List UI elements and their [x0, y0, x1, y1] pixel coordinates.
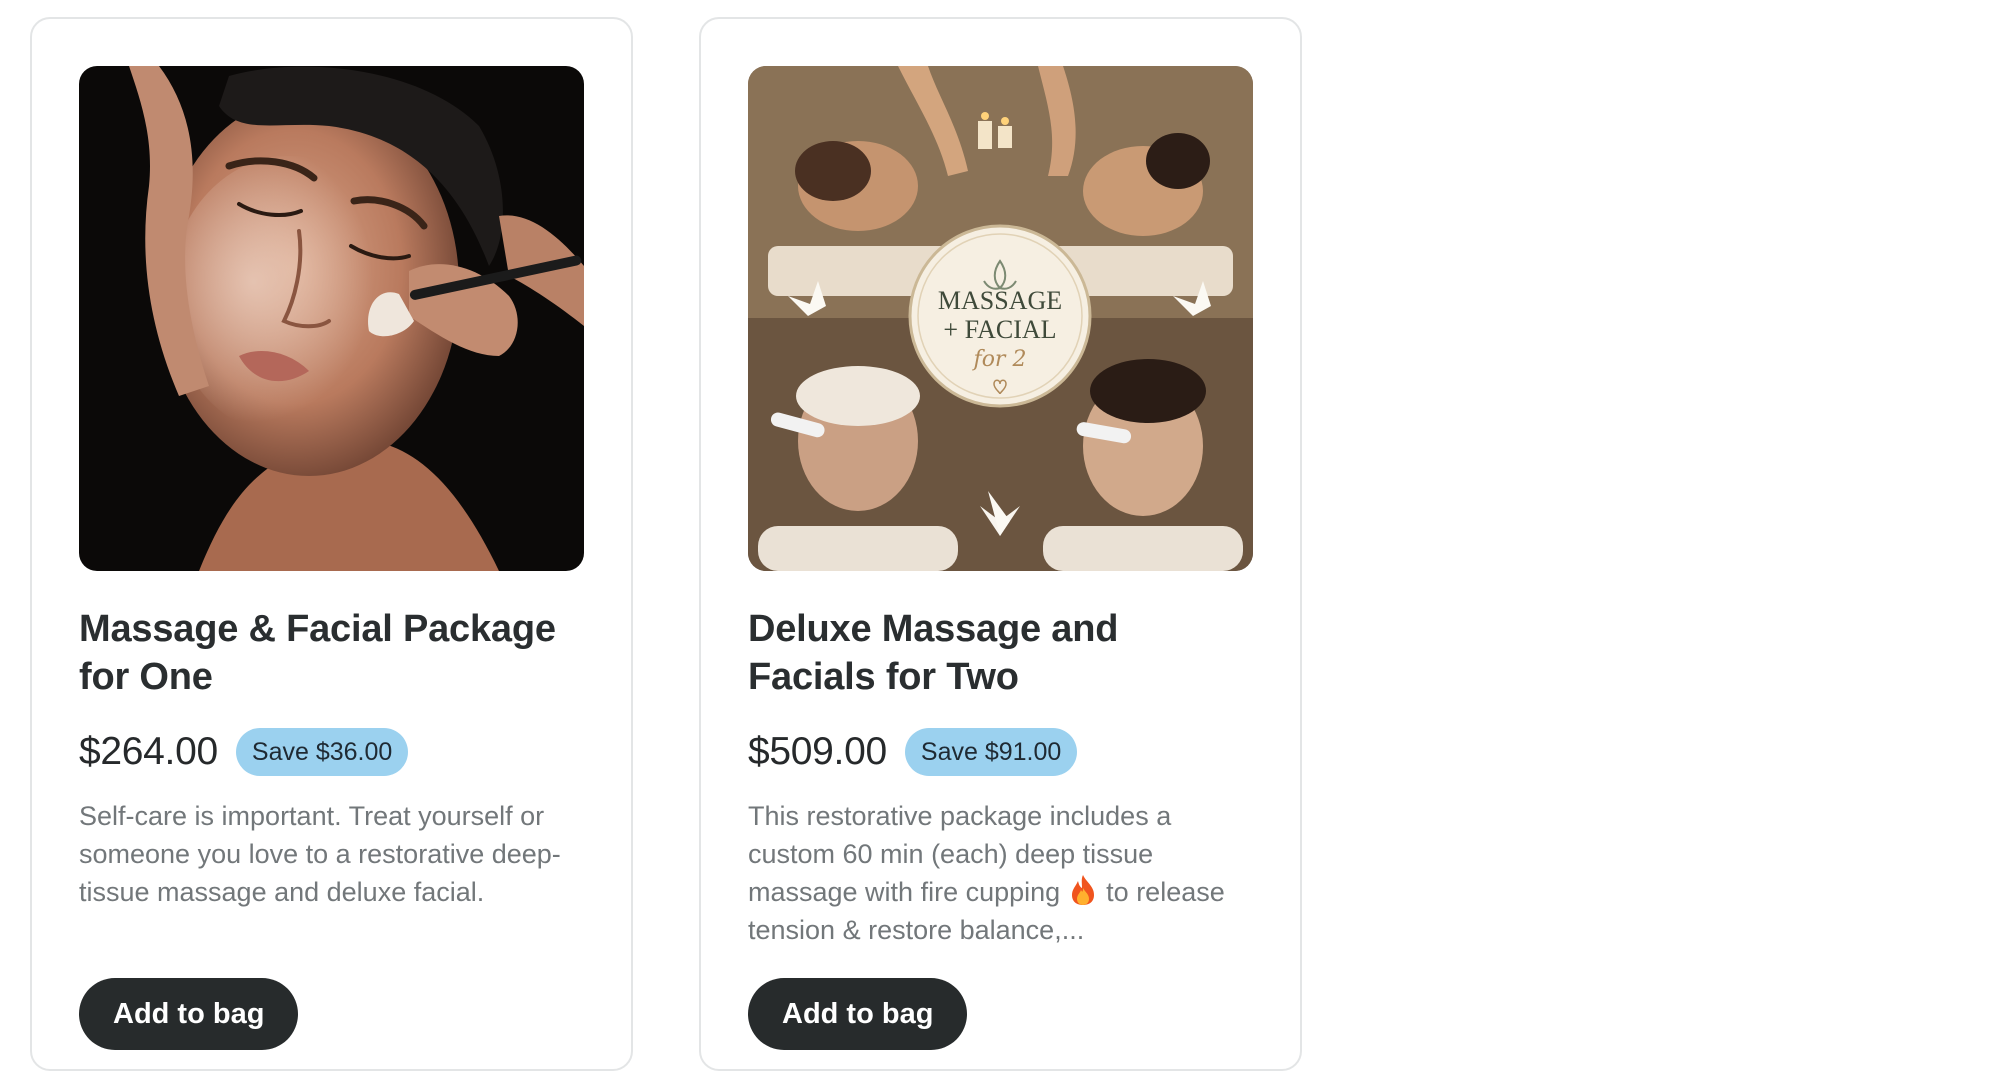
- image-badge-line1: MASSAGE: [938, 286, 1062, 315]
- price-row: $264.00 Save $36.00: [79, 727, 584, 777]
- product-card: Massage & Facial Package for One $264.00…: [30, 17, 633, 1071]
- product-title[interactable]: Massage & Facial Package for One: [79, 605, 584, 701]
- product-description: Self-care is important. Treat yourself o…: [79, 801, 561, 907]
- add-to-bag-button[interactable]: Add to bag: [79, 978, 299, 1050]
- fire-emoji-icon: [1072, 875, 1095, 905]
- image-badge-line3: for 2: [972, 347, 1027, 372]
- savings-badge: Save $36.00: [235, 728, 409, 776]
- product-description: This restorative package includes a cust…: [748, 797, 1253, 949]
- product-image[interactable]: [79, 66, 584, 571]
- product-grid: Massage & Facial Package for One $264.00…: [0, 0, 1998, 1084]
- product-title[interactable]: Deluxe Massage and Facials for Two: [748, 605, 1253, 701]
- product-card: MASSAGE + FACIAL for 2 Deluxe Massage an…: [699, 17, 1302, 1071]
- facial-photo-illustration: [79, 66, 584, 571]
- product-price: $509.00: [748, 730, 887, 773]
- image-badge-line2: + FACIAL: [943, 315, 1056, 344]
- product-price: $264.00: [79, 730, 218, 773]
- price-row: $509.00 Save $91.00: [748, 727, 1253, 777]
- add-to-bag-button[interactable]: Add to bag: [748, 978, 968, 1050]
- savings-badge: Save $91.00: [904, 728, 1078, 776]
- couples-spa-collage-illustration: MASSAGE + FACIAL for 2: [748, 66, 1253, 571]
- product-image[interactable]: MASSAGE + FACIAL for 2: [748, 66, 1253, 571]
